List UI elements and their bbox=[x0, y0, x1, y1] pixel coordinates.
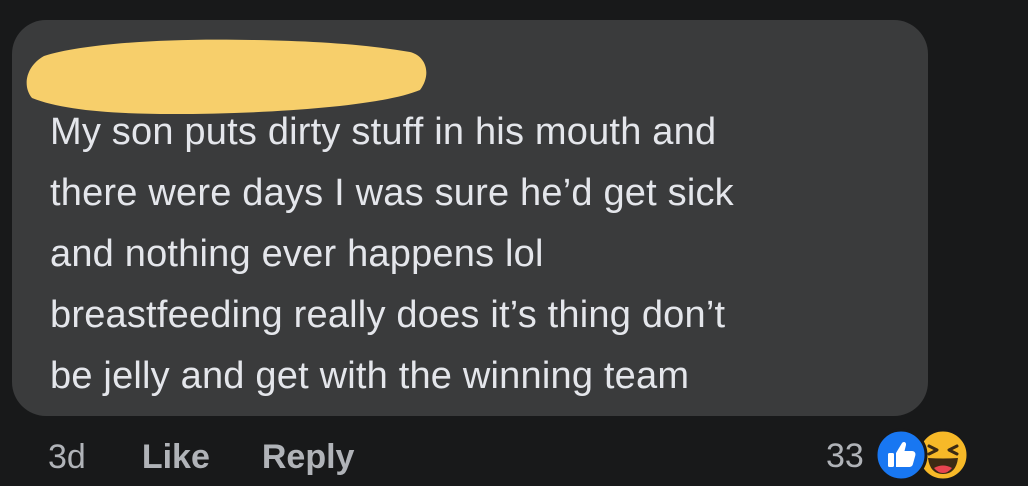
like-button[interactable]: Like bbox=[142, 438, 210, 477]
reaction-summary[interactable]: 33 bbox=[826, 428, 974, 484]
comment-line: and nothing ever happens lol bbox=[50, 233, 544, 275]
comment-actions: 3d Like Reply bbox=[48, 434, 406, 480]
comment-line: be jelly and get with the winning team bbox=[50, 355, 690, 397]
like-reaction-icon bbox=[874, 428, 928, 482]
comment-line: breastfeeding really does it’s thing don… bbox=[50, 294, 726, 336]
comment-line: there were days I was sure he’d get sick bbox=[50, 172, 734, 214]
comment-line: My son puts dirty stuff in his mouth and bbox=[50, 111, 717, 153]
comment-bubble: My son puts dirty stuff in his mouth and… bbox=[12, 20, 928, 416]
comment-timestamp[interactable]: 3d bbox=[48, 438, 86, 477]
reaction-icons[interactable] bbox=[874, 428, 974, 484]
comment-text: My son puts dirty stuff in his mouth and… bbox=[50, 102, 910, 407]
reply-button[interactable]: Reply bbox=[262, 438, 355, 477]
reaction-count[interactable]: 33 bbox=[826, 437, 864, 476]
